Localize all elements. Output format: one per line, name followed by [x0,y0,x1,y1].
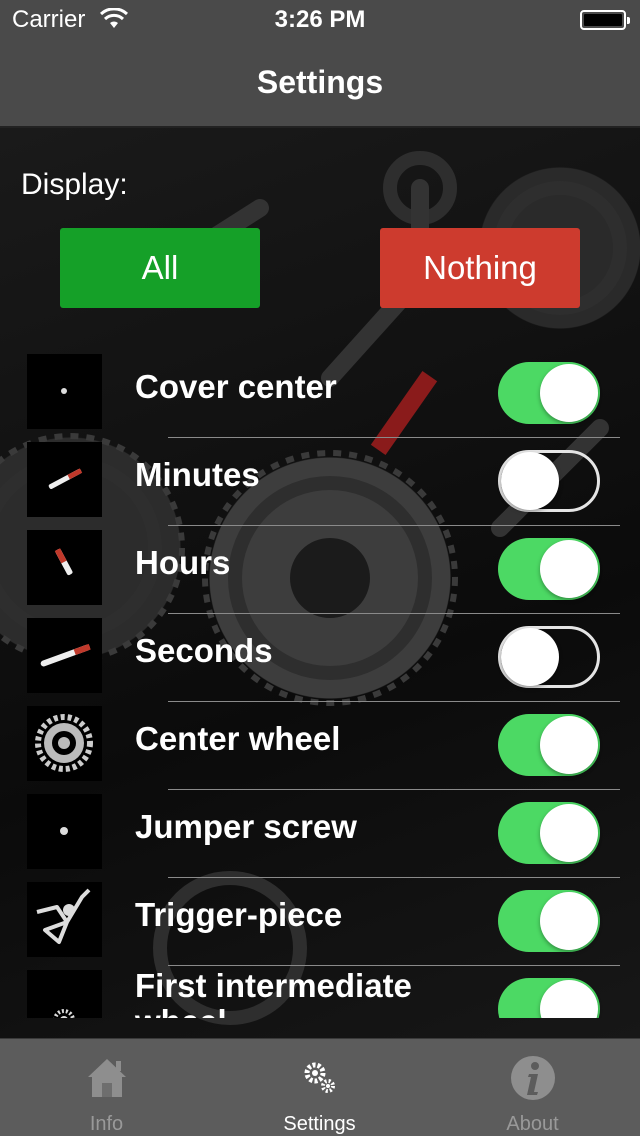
gears-icon [296,1053,344,1103]
toggle-switch[interactable] [498,626,600,688]
item-label: Jumper screw [135,808,357,845]
list-item: Center wheel [0,702,640,790]
tab-settings[interactable]: Settings [213,1039,426,1136]
item-label: Center wheel [135,720,341,757]
toggle-switch[interactable] [498,538,600,600]
toggle-switch[interactable] [498,714,600,776]
page-title: Settings [256,64,384,100]
toggle-switch[interactable] [498,362,600,424]
show-all-button[interactable]: All [60,228,260,308]
item-label: Minutes [135,456,260,493]
item-label: Hours [135,544,231,581]
tab-label: About [506,1113,559,1135]
jumper-screw-thumbnail [27,794,102,869]
second-hand-thumbnail [27,618,102,693]
hour-hand-thumbnail [27,530,102,605]
list-item: First intermediate wheel [0,966,640,1018]
trigger-piece-thumbnail [27,882,102,957]
item-label: Cover center [135,368,337,405]
item-label: First intermediate wheel [135,967,412,1019]
list-item: Seconds [0,614,640,702]
tab-about[interactable]: About [426,1039,639,1136]
list-item: Cover center [0,350,640,438]
parts-list: Cover center Minutes Hours Seconds Cente… [0,350,640,1018]
list-item: Jumper screw [0,790,640,878]
list-item: Hours [0,526,640,614]
toggle-switch[interactable] [498,890,600,952]
tab-label: Settings [283,1113,356,1135]
list-item: Minutes [0,438,640,526]
item-label: Trigger-piece [135,896,343,933]
minute-hand-thumbnail [27,442,102,517]
first-intermediate-wheel-thumbnail [27,970,102,1018]
tab-label: Info [89,1113,124,1135]
settings-content: Display: All Nothing Cover center Minute… [0,128,640,1038]
item-label: Seconds [135,632,273,669]
toggle-switch[interactable] [498,802,600,864]
show-nothing-button[interactable]: Nothing [380,228,580,308]
center-wheel-thumbnail [27,706,102,781]
list-item: Trigger-piece [0,878,640,966]
tab-info[interactable]: Info [0,1039,213,1136]
top-bar: Carrier 3:26 PM Settings [0,0,640,128]
toggle-switch[interactable] [498,450,600,512]
toggle-switch[interactable] [498,978,600,1018]
status-bar: Carrier 3:26 PM [0,0,640,40]
status-time: 3:26 PM [274,6,366,33]
cover-center-thumbnail [27,354,102,429]
display-label: Display: [21,168,128,201]
tab-bar: Info Settings About [0,1038,640,1136]
house-icon [83,1053,131,1103]
battery-icon [580,10,630,30]
info-icon [509,1053,557,1103]
